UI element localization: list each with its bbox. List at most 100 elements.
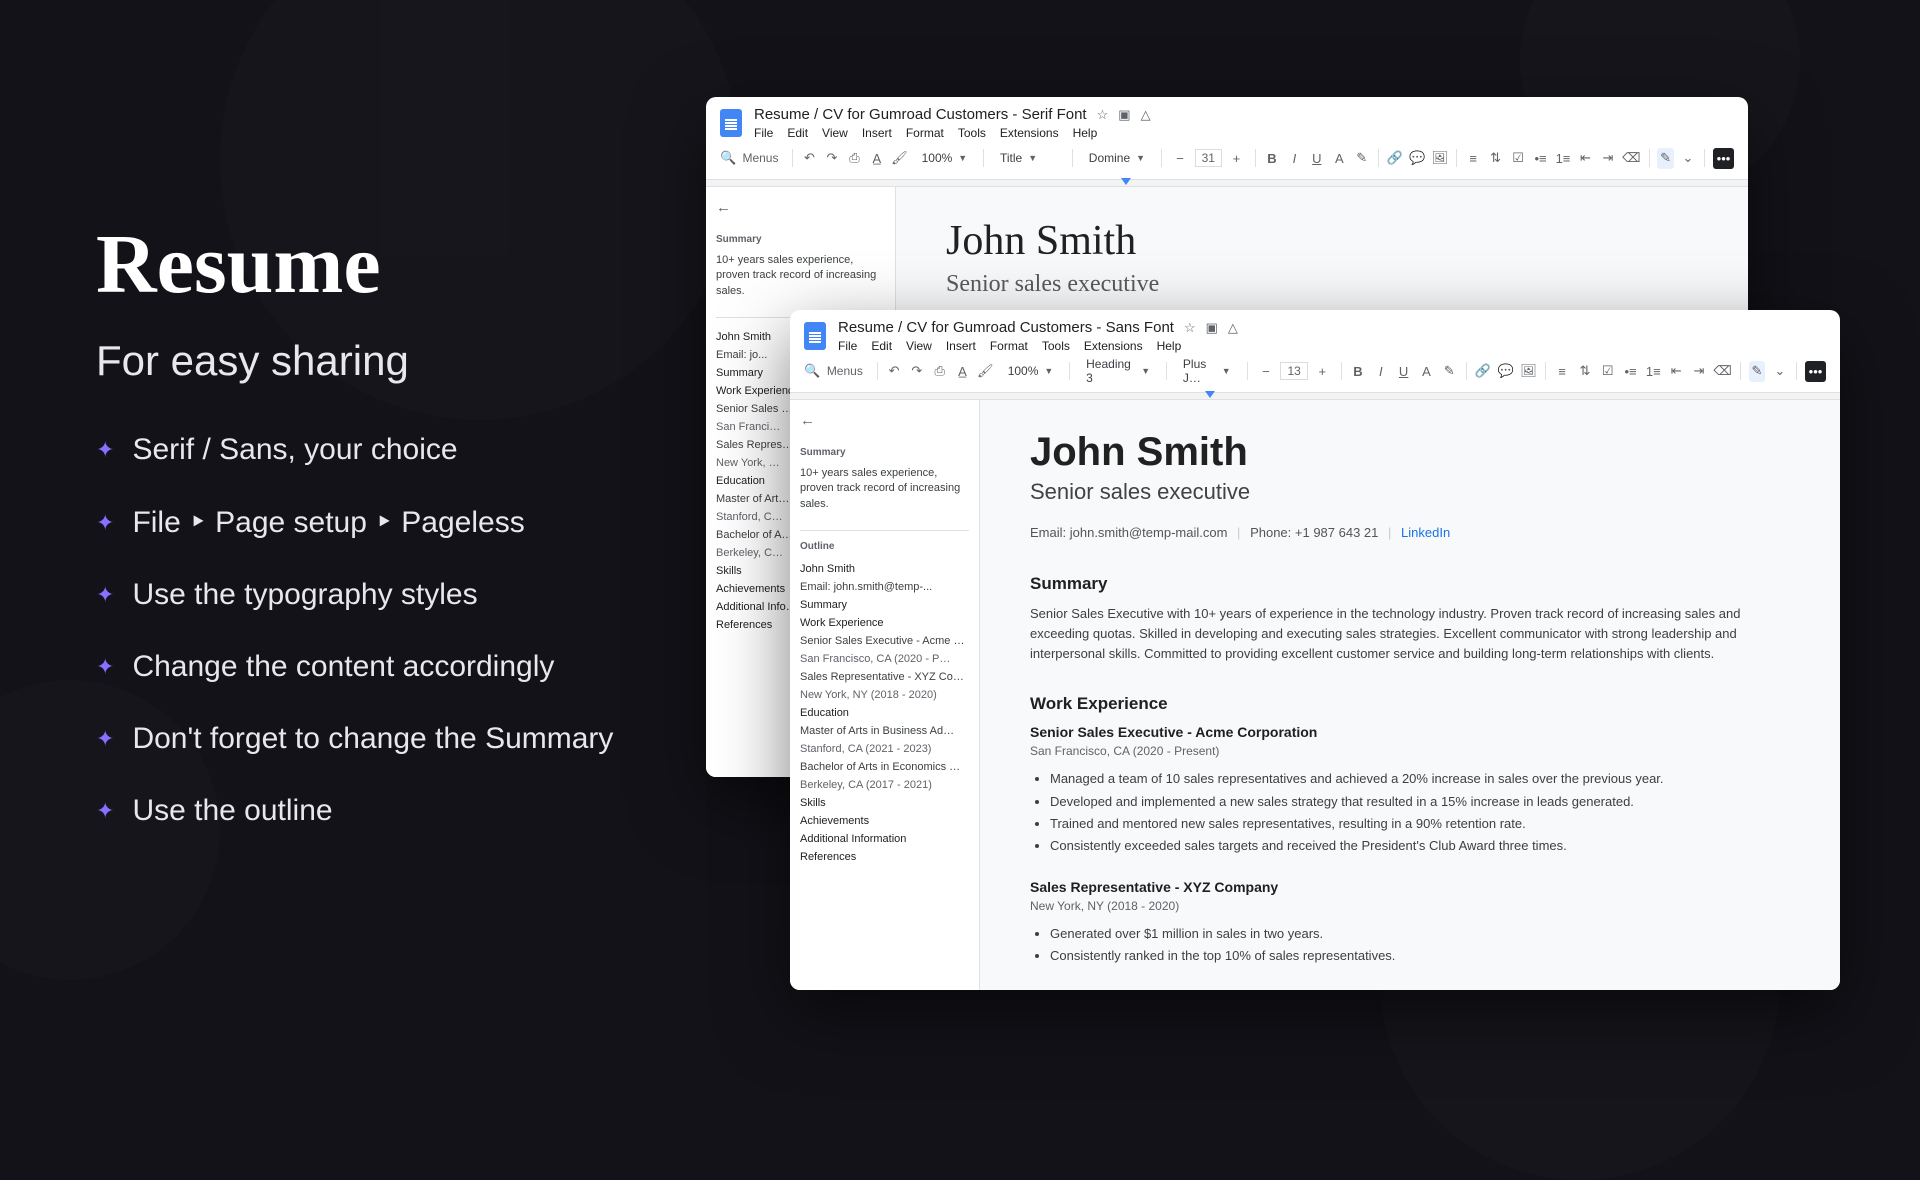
- google-docs-icon[interactable]: [804, 322, 826, 350]
- dec-font-icon[interactable]: −: [1255, 361, 1276, 382]
- outline-item[interactable]: Email: john.smith@temp-...: [800, 578, 969, 596]
- align-icon[interactable]: ≡: [1554, 361, 1571, 382]
- spellcheck-icon[interactable]: A̲: [869, 148, 885, 169]
- underline-icon[interactable]: U: [1395, 361, 1412, 382]
- clear-format-icon[interactable]: ⌫: [1713, 361, 1731, 382]
- bold-icon[interactable]: B: [1350, 361, 1367, 382]
- search-icon[interactable]: 🔍: [804, 361, 821, 382]
- numbered-list-icon[interactable]: 1≡: [1555, 148, 1571, 169]
- undo-icon[interactable]: ↶: [801, 148, 817, 169]
- link-icon[interactable]: 🔗: [1474, 361, 1491, 382]
- outline-item[interactable]: Summary: [800, 596, 969, 614]
- inc-font-icon[interactable]: +: [1226, 148, 1247, 169]
- star-icon[interactable]: ☆: [1097, 107, 1109, 123]
- text-color-icon[interactable]: A: [1331, 148, 1347, 169]
- star-icon[interactable]: ☆: [1184, 320, 1196, 336]
- paint-icon[interactable]: 🖌: [977, 361, 994, 382]
- menu-extensions[interactable]: Extensions: [1000, 126, 1059, 140]
- indent-icon[interactable]: ⇥: [1691, 361, 1708, 382]
- back-icon[interactable]: ←: [800, 412, 969, 429]
- align-icon[interactable]: ≡: [1465, 148, 1481, 169]
- outline-item[interactable]: New York, NY (2018 - 2020): [800, 686, 969, 704]
- search-menus[interactable]: Menus: [742, 151, 778, 165]
- highlight-icon[interactable]: ✎: [1441, 361, 1458, 382]
- outline-item[interactable]: Additional Information: [800, 830, 969, 848]
- document-page[interactable]: John Smith Senior sales executive Email:…: [980, 400, 1840, 990]
- outline-item[interactable]: John Smith: [800, 560, 969, 578]
- text-color-icon[interactable]: A: [1418, 361, 1435, 382]
- menu-extensions[interactable]: Extensions: [1084, 339, 1143, 353]
- outline-item[interactable]: Master of Arts in Business Ad…: [800, 722, 969, 740]
- ruler[interactable]: [790, 393, 1840, 400]
- google-docs-icon[interactable]: [720, 109, 742, 137]
- outline-item[interactable]: Senior Sales Executive - Acme …: [800, 632, 969, 650]
- cloud-icon[interactable]: △: [1141, 107, 1151, 123]
- menu-edit[interactable]: Edit: [871, 339, 892, 353]
- italic-icon[interactable]: I: [1372, 361, 1389, 382]
- menu-help[interactable]: Help: [1157, 339, 1182, 353]
- inc-font-icon[interactable]: +: [1312, 361, 1333, 382]
- print-icon[interactable]: ⎙: [846, 148, 862, 169]
- font-size-input[interactable]: 31: [1195, 149, 1222, 167]
- outdent-icon[interactable]: ⇤: [1577, 148, 1593, 169]
- menu-insert[interactable]: Insert: [862, 126, 892, 140]
- ruler[interactable]: [706, 180, 1748, 187]
- more-icon[interactable]: •••: [1713, 148, 1734, 169]
- underline-icon[interactable]: U: [1309, 148, 1325, 169]
- menu-view[interactable]: View: [822, 126, 848, 140]
- outline-item[interactable]: Sales Representative - XYZ Co…: [800, 668, 969, 686]
- font-select[interactable]: Domine▼: [1081, 146, 1153, 170]
- search-menus[interactable]: Menus: [827, 364, 863, 378]
- outline-item[interactable]: Berkeley, CA (2017 - 2021): [800, 776, 969, 794]
- document-title[interactable]: Resume / CV for Gumroad Customers - Sans…: [838, 319, 1174, 336]
- font-size-input[interactable]: 13: [1280, 362, 1307, 380]
- outline-item[interactable]: San Francisco, CA (2020 - P…: [800, 650, 969, 668]
- menu-tools[interactable]: Tools: [958, 126, 986, 140]
- checklist-icon[interactable]: ☑: [1510, 148, 1526, 169]
- menu-view[interactable]: View: [906, 339, 932, 353]
- menu-format[interactable]: Format: [990, 339, 1028, 353]
- menu-insert[interactable]: Insert: [946, 339, 976, 353]
- outline-item[interactable]: Stanford, CA (2021 - 2023): [800, 740, 969, 758]
- hide-menus-icon[interactable]: ⌄: [1680, 148, 1696, 169]
- spellcheck-icon[interactable]: A̲: [954, 361, 971, 382]
- cloud-icon[interactable]: △: [1228, 320, 1238, 336]
- style-select[interactable]: Heading 3▼: [1078, 359, 1158, 383]
- font-select[interactable]: Plus J…▼: [1175, 359, 1239, 383]
- outline-item[interactable]: Work Experience: [800, 614, 969, 632]
- undo-icon[interactable]: ↶: [886, 361, 903, 382]
- clear-format-icon[interactable]: ⌫: [1622, 148, 1640, 169]
- bulleted-list-icon[interactable]: •≡: [1532, 148, 1548, 169]
- style-select[interactable]: Title▼: [992, 146, 1064, 170]
- comment-icon[interactable]: 💬: [1497, 361, 1514, 382]
- more-icon[interactable]: •••: [1805, 361, 1826, 382]
- menu-help[interactable]: Help: [1073, 126, 1098, 140]
- menu-format[interactable]: Format: [906, 126, 944, 140]
- checklist-icon[interactable]: ☑: [1599, 361, 1616, 382]
- line-spacing-icon[interactable]: ⇅: [1487, 148, 1503, 169]
- indent-icon[interactable]: ⇥: [1600, 148, 1616, 169]
- redo-icon[interactable]: ↷: [908, 361, 925, 382]
- search-icon[interactable]: 🔍: [720, 148, 736, 169]
- zoom-select[interactable]: 100%▼: [914, 146, 976, 170]
- comment-icon[interactable]: 💬: [1409, 148, 1425, 169]
- menu-file[interactable]: File: [754, 126, 773, 140]
- redo-icon[interactable]: ↷: [824, 148, 840, 169]
- linkedin-link[interactable]: LinkedIn: [1401, 525, 1450, 540]
- italic-icon[interactable]: I: [1286, 148, 1302, 169]
- outline-item[interactable]: Skills: [800, 794, 969, 812]
- back-icon[interactable]: ←: [716, 199, 885, 216]
- image-icon[interactable]: 🖼: [1520, 361, 1537, 382]
- menu-edit[interactable]: Edit: [787, 126, 808, 140]
- move-icon[interactable]: ▣: [1206, 320, 1218, 336]
- line-spacing-icon[interactable]: ⇅: [1577, 361, 1594, 382]
- outline-item[interactable]: References: [800, 848, 969, 866]
- image-icon[interactable]: 🖼: [1432, 148, 1449, 169]
- outdent-icon[interactable]: ⇤: [1668, 361, 1685, 382]
- link-icon[interactable]: 🔗: [1387, 148, 1403, 169]
- editing-mode-icon[interactable]: ✎: [1749, 361, 1766, 382]
- move-icon[interactable]: ▣: [1118, 107, 1130, 123]
- document-title[interactable]: Resume / CV for Gumroad Customers - Seri…: [754, 106, 1087, 123]
- numbered-list-icon[interactable]: 1≡: [1645, 361, 1662, 382]
- zoom-select[interactable]: 100%▼: [1000, 359, 1062, 383]
